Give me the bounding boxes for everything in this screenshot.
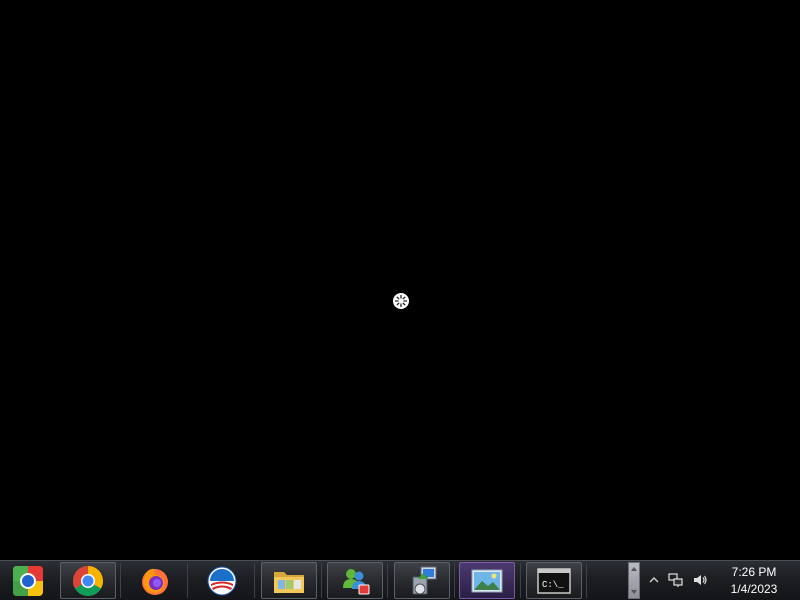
taskbar-button-chrome-canary[interactable] [0, 562, 56, 599]
campaign-logo-icon [207, 566, 237, 595]
taskbar-button-messenger[interactable] [327, 562, 383, 599]
svg-text:C:\_: C:\_ [542, 580, 564, 590]
messenger-icon [343, 568, 370, 594]
taskbar: C:\_ 7:26 PM 1/4/2023 [0, 560, 800, 600]
system-clock[interactable]: 7:26 PM 1/4/2023 [716, 564, 792, 598]
taskbar-divider [586, 563, 587, 598]
volume-icon[interactable] [692, 572, 708, 588]
file-explorer-icon [274, 571, 304, 593]
taskbar-button-command-prompt[interactable]: C:\_ [526, 562, 582, 599]
scroll-down-icon[interactable] [631, 590, 637, 594]
installer-icon [412, 566, 437, 594]
taskbar-divider [454, 563, 455, 598]
taskbar-button-photo-viewer[interactable] [459, 562, 515, 599]
show-hidden-icons-icon[interactable] [646, 572, 662, 588]
command-prompt-icon: C:\_ [537, 567, 571, 594]
taskbar-button-firefox[interactable] [127, 562, 183, 599]
photo-viewer-icon [471, 569, 503, 592]
clock-date: 1/4/2023 [730, 582, 778, 596]
taskbar-button-file-explorer[interactable] [261, 562, 317, 599]
taskbar-scroll-control[interactable] [628, 562, 640, 599]
taskbar-divider [254, 563, 255, 598]
taskbar-divider [387, 563, 388, 598]
desktop[interactable] [0, 0, 800, 560]
taskbar-button-installer[interactable] [394, 562, 450, 599]
network-icon[interactable] [668, 572, 684, 588]
taskbar-button-chrome[interactable] [60, 562, 116, 599]
taskbar-divider [520, 563, 521, 598]
firefox-icon [142, 568, 168, 595]
taskbar-button-campaign[interactable] [194, 562, 250, 599]
taskbar-divider [321, 563, 322, 598]
taskbar-divider [187, 563, 188, 598]
clock-time: 7:26 PM [731, 565, 777, 579]
scroll-up-icon[interactable] [631, 567, 637, 571]
busy-loading-icon [393, 293, 409, 309]
taskbar-divider [120, 563, 121, 598]
chrome-canary-icon [13, 565, 43, 596]
chrome-icon [72, 565, 104, 596]
